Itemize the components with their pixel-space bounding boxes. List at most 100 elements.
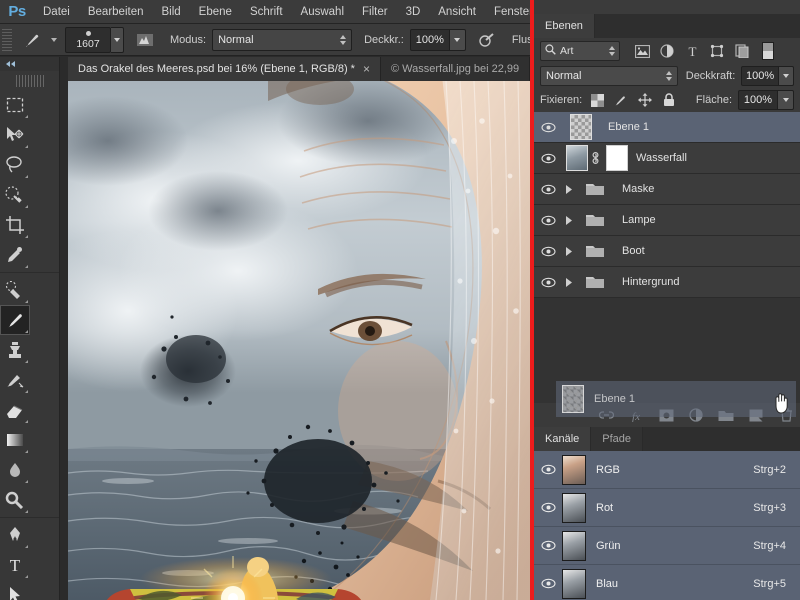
tools-panel-grip[interactable] — [15, 75, 44, 87]
group-expand-arrow-icon[interactable] — [562, 246, 576, 256]
layer-thumbnail[interactable] — [562, 114, 600, 140]
menu-auswahl[interactable]: Auswahl — [292, 0, 353, 24]
layer-style-fx-icon[interactable]: fx — [628, 407, 644, 423]
channel-thumbnail[interactable] — [562, 492, 586, 523]
smartobject-filter-icon[interactable] — [734, 43, 750, 59]
layer-row-wasserfall[interactable]: Wasserfall — [534, 143, 800, 174]
lock-all-icon[interactable] — [662, 93, 676, 107]
type-tool[interactable]: T — [0, 550, 30, 580]
close-icon[interactable]: × — [363, 63, 370, 75]
dodge-tool[interactable] — [0, 485, 30, 515]
document-tab-orakel[interactable]: Das Orakel des Meeres.psd bei 16% (Ebene… — [68, 57, 381, 81]
image-filter-icon[interactable] — [634, 43, 650, 59]
clone-stamp-tool[interactable] — [0, 335, 30, 365]
new-adjustment-layer-icon[interactable] — [688, 407, 704, 423]
brush-size-dropdown[interactable] — [111, 26, 124, 53]
blur-tool[interactable] — [0, 455, 30, 485]
shape-filter-icon[interactable] — [709, 43, 725, 59]
channel-thumbnail[interactable] — [562, 530, 586, 561]
lasso-tool[interactable] — [0, 150, 30, 180]
layer-visibility-toggle[interactable] — [534, 205, 562, 236]
mask-link-icon[interactable] — [590, 152, 600, 164]
airbrush-icon[interactable] — [474, 28, 500, 52]
menu-schrift[interactable]: Schrift — [241, 0, 292, 24]
layer-visibility-toggle[interactable] — [534, 236, 562, 267]
document-canvas[interactable] — [68, 81, 532, 600]
filter-enable-toggle[interactable] — [762, 42, 774, 60]
add-layer-mask-icon[interactable] — [658, 407, 674, 423]
brush-panel-icon[interactable] — [132, 28, 158, 52]
brush-icon[interactable] — [18, 28, 48, 52]
group-expand-arrow-icon[interactable] — [562, 215, 576, 225]
layer-list-empty-area[interactable] — [534, 298, 800, 403]
brush-size-input[interactable]: 1607 — [65, 26, 111, 53]
lock-image-icon[interactable] — [614, 93, 628, 107]
layer-row-lampe[interactable]: Lampe — [534, 205, 800, 236]
layer-visibility-toggle[interactable] — [534, 174, 562, 205]
layer-row-hintergrund[interactable]: Hintergrund — [534, 267, 800, 298]
layer-opacity-dropdown[interactable] — [778, 66, 794, 86]
quick-selection-tool[interactable] — [0, 180, 30, 210]
lock-position-icon[interactable] — [638, 93, 653, 107]
layer-thumbnail-with-mask[interactable] — [566, 145, 628, 171]
spot-healing-brush-tool[interactable] — [0, 275, 30, 305]
channel-thumbnail[interactable] — [562, 568, 586, 599]
layer-visibility-toggle[interactable] — [534, 267, 562, 298]
layer-visibility-toggle[interactable] — [534, 143, 562, 174]
layer-fill-dropdown[interactable] — [778, 90, 794, 110]
gradient-tool[interactable] — [0, 425, 30, 455]
layer-opacity-input[interactable]: 100% — [741, 66, 779, 86]
menu-ebene[interactable]: Ebene — [190, 0, 241, 24]
link-layers-icon[interactable] — [598, 407, 614, 423]
channel-row-rgb[interactable]: RGB Strg+2 — [534, 451, 800, 489]
menu-ansicht[interactable]: Ansicht — [429, 0, 485, 24]
blend-mode-select[interactable]: Normal — [212, 28, 353, 51]
collapse-arrows-icon[interactable] — [0, 57, 59, 71]
layer-blend-mode-select[interactable]: Normal — [540, 66, 678, 86]
opacity-input[interactable]: 100% — [409, 28, 450, 51]
type-filter-icon[interactable]: T — [684, 43, 700, 59]
group-expand-arrow-icon[interactable] — [562, 277, 576, 287]
rectangular-marquee-tool[interactable] — [0, 90, 30, 120]
layer-visibility-toggle[interactable] — [534, 112, 562, 143]
layer-filter-type-select[interactable]: Art — [540, 41, 620, 61]
layer-fill-input[interactable]: 100% — [738, 90, 778, 110]
channel-visibility-toggle[interactable] — [534, 492, 562, 523]
layer-row-boot[interactable]: Boot — [534, 236, 800, 267]
menu-3d[interactable]: 3D — [397, 0, 430, 24]
channel-row-blau[interactable]: Blau Strg+5 — [534, 565, 800, 600]
layer-mask-thumbnail[interactable] — [606, 145, 628, 171]
menu-datei[interactable]: Datei — [34, 0, 79, 24]
tab-pfade[interactable]: Pfade — [591, 427, 644, 451]
channel-visibility-toggle[interactable] — [534, 568, 562, 599]
tab-kanaele[interactable]: Kanäle — [534, 427, 592, 451]
menu-bearbeiten[interactable]: Bearbeiten — [79, 0, 153, 24]
history-brush-tool[interactable] — [0, 365, 30, 395]
pen-tool[interactable] — [0, 520, 30, 550]
group-expand-arrow-icon[interactable] — [562, 184, 576, 194]
eraser-tool[interactable] — [0, 395, 30, 425]
new-group-icon[interactable] — [718, 407, 734, 423]
channel-visibility-toggle[interactable] — [534, 454, 562, 485]
tab-ebenen[interactable]: Ebenen — [534, 14, 595, 38]
crop-tool[interactable] — [0, 210, 30, 240]
opacity-dropdown[interactable] — [449, 28, 466, 51]
brush-tool[interactable] — [0, 305, 30, 335]
layer-thumbnail[interactable] — [566, 145, 588, 171]
layer-row-ebene-1[interactable]: Ebene 1 — [534, 112, 800, 143]
options-bar-grip[interactable] — [2, 28, 12, 51]
path-selection-tool[interactable] — [0, 580, 30, 600]
menu-filter[interactable]: Filter — [353, 0, 397, 24]
lock-transparent-icon[interactable] — [590, 93, 604, 107]
document-tab-wasserfall[interactable]: © Wasserfall.jpg bei 22,99 — [380, 57, 531, 81]
new-layer-icon[interactable] — [748, 407, 764, 423]
layer-row-maske[interactable]: Maske — [534, 174, 800, 205]
channel-row-rot[interactable]: Rot Strg+3 — [534, 489, 800, 527]
channel-thumbnail[interactable] — [562, 454, 586, 485]
channel-row-gruen[interactable]: Grün Strg+4 — [534, 527, 800, 565]
adjustment-filter-icon[interactable] — [659, 43, 675, 59]
menu-bild[interactable]: Bild — [152, 0, 189, 24]
move-tool[interactable] — [0, 120, 30, 150]
eyedropper-tool[interactable] — [0, 240, 30, 270]
channel-visibility-toggle[interactable] — [534, 530, 562, 561]
